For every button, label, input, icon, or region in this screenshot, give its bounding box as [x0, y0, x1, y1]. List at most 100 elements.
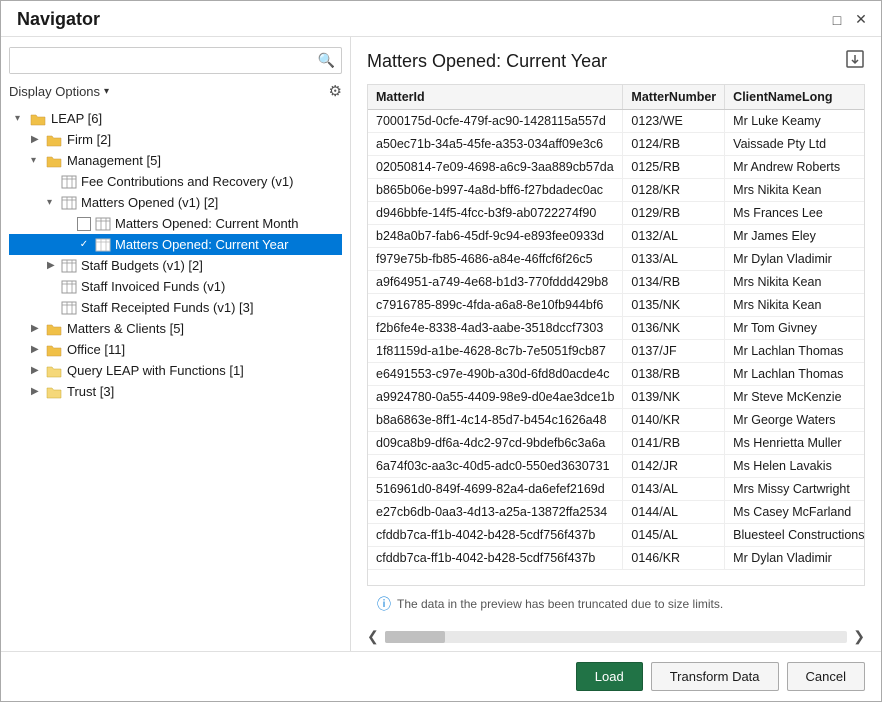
- table-cell: e6491553-c97e-490b-a30d-6fd8d0acde4c: [368, 363, 623, 386]
- table-cell: Mrs Nikita Kean: [725, 271, 865, 294]
- table-cell: 0142/JR: [623, 455, 725, 478]
- table-cell: 0146/KR: [623, 547, 725, 570]
- tree-item-leap[interactable]: ▾ LEAP [6]: [9, 108, 342, 129]
- table-cell: b248a0b7-fab6-45df-9c94-e893fee0933d: [368, 225, 623, 248]
- scroll-left-icon[interactable]: ❮: [367, 628, 379, 645]
- info-icon: ⓘ: [377, 594, 391, 614]
- tree-label-matters-opened: Matters Opened (v1) [2]: [81, 195, 218, 210]
- table-cell: d09ca8b9-df6a-4dc2-97cd-9bdefb6c3a6a: [368, 432, 623, 455]
- col-header-matternumber: MatterNumber: [623, 85, 725, 110]
- table-cell: a50ec71b-34a5-45fe-a353-034aff09e3c6: [368, 133, 623, 156]
- tree-item-management[interactable]: ▾ Management [5]: [9, 150, 342, 171]
- table-cell: Mr Dylan Vladimir: [725, 248, 865, 271]
- table-row: d09ca8b9-df6a-4dc2-97cd-9bdefb6c3a6a0141…: [368, 432, 865, 455]
- cancel-button[interactable]: Cancel: [787, 662, 865, 691]
- tree-item-staff-budgets[interactable]: ▶ Staff Budgets (v1) [2]: [9, 255, 342, 276]
- close-icon[interactable]: ✕: [853, 12, 869, 28]
- tree-label-staff-invoiced: Staff Invoiced Funds (v1): [81, 279, 225, 294]
- scroll-right-icon[interactable]: ❯: [853, 628, 865, 645]
- table-cell: Ms Casey McFarland: [725, 501, 865, 524]
- table-icon-staff-budgets: [61, 259, 77, 273]
- table-cell: Ms Helen Lavakis: [725, 455, 865, 478]
- table-row: a50ec71b-34a5-45fe-a353-034aff09e3c60124…: [368, 133, 865, 156]
- table-cell: Mrs Missy Cartwright: [725, 478, 865, 501]
- tree-item-current-year[interactable]: ✓ Matters Opened: Current Year: [9, 234, 342, 255]
- table-row: a9924780-0a55-4409-98e9-d0e4ae3dce1b0139…: [368, 386, 865, 409]
- minimize-icon[interactable]: □: [829, 12, 845, 28]
- tree-item-current-month[interactable]: Matters Opened: Current Month: [9, 213, 342, 234]
- scroll-thumb[interactable]: [385, 631, 445, 643]
- tree-item-matters-clients[interactable]: ▶ Matters & Clients [5]: [9, 318, 342, 339]
- tree-label-leap: LEAP [6]: [51, 111, 102, 126]
- window-controls: □ ✕: [829, 12, 869, 28]
- table-cell: 0144/AL: [623, 501, 725, 524]
- folder-icon-trust: [45, 385, 63, 399]
- preview-table: MatterId MatterNumber ClientNameLong 700…: [368, 85, 865, 570]
- window-title: Navigator: [17, 9, 100, 30]
- tree-label-staff-budgets: Staff Budgets (v1) [2]: [81, 258, 203, 273]
- search-box[interactable]: 🔍: [9, 47, 342, 74]
- table-icon-current-year: [95, 238, 111, 252]
- tree-item-fee[interactable]: Fee Contributions and Recovery (v1): [9, 171, 342, 192]
- folder-icon-leap: [29, 112, 47, 126]
- folder-icon-management: [45, 154, 63, 168]
- table-row: f979e75b-fb85-4686-a84e-46ffcf6f26c50133…: [368, 248, 865, 271]
- tree-item-trust[interactable]: ▶ Trust [3]: [9, 381, 342, 402]
- folder-icon-query-leap: [45, 364, 63, 378]
- table-cell: Mr Andrew Roberts: [725, 156, 865, 179]
- search-icon: 🔍: [312, 48, 341, 73]
- right-panel: Matters Opened: Current Year MatterId Ma…: [351, 37, 881, 651]
- left-panel: 🔍 Display Options ▾ ⚙ ▾ LEAP [6]: [1, 37, 351, 651]
- tree-item-office[interactable]: ▶ Office [11]: [9, 339, 342, 360]
- tree-item-staff-invoiced[interactable]: Staff Invoiced Funds (v1): [9, 276, 342, 297]
- main-content: 🔍 Display Options ▾ ⚙ ▾ LEAP [6]: [1, 37, 881, 651]
- table-cell: 0136/NK: [623, 317, 725, 340]
- table-cell: 0129/RB: [623, 202, 725, 225]
- preview-table-wrapper[interactable]: MatterId MatterNumber ClientNameLong 700…: [367, 84, 865, 586]
- table-cell: Vaissade Pty Ltd: [725, 133, 865, 156]
- table-cell: Mr Luke Keamy: [725, 110, 865, 133]
- checkbox-current-year[interactable]: ✓: [77, 238, 91, 252]
- tree-item-staff-receipted[interactable]: Staff Receipted Funds (v1) [3]: [9, 297, 342, 318]
- scroll-track[interactable]: [385, 631, 848, 643]
- display-options-button[interactable]: Display Options ▾: [9, 84, 109, 99]
- tree-label-fee: Fee Contributions and Recovery (v1): [81, 174, 293, 189]
- transform-data-button[interactable]: Transform Data: [651, 662, 779, 691]
- table-cell: 0133/AL: [623, 248, 725, 271]
- tree-label-trust: Trust [3]: [67, 384, 114, 399]
- table-cell: f2b6fe4e-8338-4ad3-aabe-3518dccf7303: [368, 317, 623, 340]
- table-cell: Mr Lachlan Thomas: [725, 340, 865, 363]
- tree-item-firm[interactable]: ▶ Firm [2]: [9, 129, 342, 150]
- tree-label-current-month: Matters Opened: Current Month: [115, 216, 299, 231]
- tree-label-staff-receipted: Staff Receipted Funds (v1) [3]: [81, 300, 253, 315]
- tree-item-matters-opened[interactable]: ▾ Matters Opened (v1) [2]: [9, 192, 342, 213]
- table-row: e27cb6db-0aa3-4d13-a25a-13872ffa25340144…: [368, 501, 865, 524]
- tree-label-office: Office [11]: [67, 342, 125, 357]
- table-cell: 0139/NK: [623, 386, 725, 409]
- table-cell: 0135/NK: [623, 294, 725, 317]
- folder-icon-office: [45, 343, 63, 357]
- load-button[interactable]: Load: [576, 662, 643, 691]
- table-cell: a9f64951-a749-4e68-b1d3-770fddd429b8: [368, 271, 623, 294]
- folder-icon-matters-clients: [45, 322, 63, 336]
- table-cell: 0132/AL: [623, 225, 725, 248]
- table-cell: 1f81159d-a1be-4628-8c7b-7e5051f9cb87: [368, 340, 623, 363]
- tree-container[interactable]: ▾ LEAP [6] ▶ Firm [2] ▾: [9, 108, 342, 641]
- export-icon[interactable]: [845, 49, 865, 74]
- table-cell: 02050814-7e09-4698-a6c9-3aa889cb57da: [368, 156, 623, 179]
- settings-icon[interactable]: ⚙: [329, 82, 342, 100]
- table-cell: Bluesteel Constructions Pty Ltd: [725, 524, 865, 547]
- preview-header: Matters Opened: Current Year: [367, 49, 865, 74]
- search-input[interactable]: [10, 48, 312, 73]
- table-cell: 7000175d-0cfe-479f-ac90-1428115a557d: [368, 110, 623, 133]
- table-icon-staff-invoiced: [61, 280, 77, 294]
- footer: Load Transform Data Cancel: [1, 651, 881, 701]
- table-cell: 0137/JF: [623, 340, 725, 363]
- table-row: cfddb7ca-ff1b-4042-b428-5cdf756f437b0146…: [368, 547, 865, 570]
- options-bar: Display Options ▾ ⚙: [9, 82, 342, 100]
- display-options-label: Display Options: [9, 84, 100, 99]
- tree-item-query-leap[interactable]: ▶ Query LEAP with Functions [1]: [9, 360, 342, 381]
- truncated-text: The data in the preview has been truncat…: [397, 597, 723, 611]
- checkbox-current-month[interactable]: [77, 217, 91, 231]
- table-cell: Mrs Nikita Kean: [725, 294, 865, 317]
